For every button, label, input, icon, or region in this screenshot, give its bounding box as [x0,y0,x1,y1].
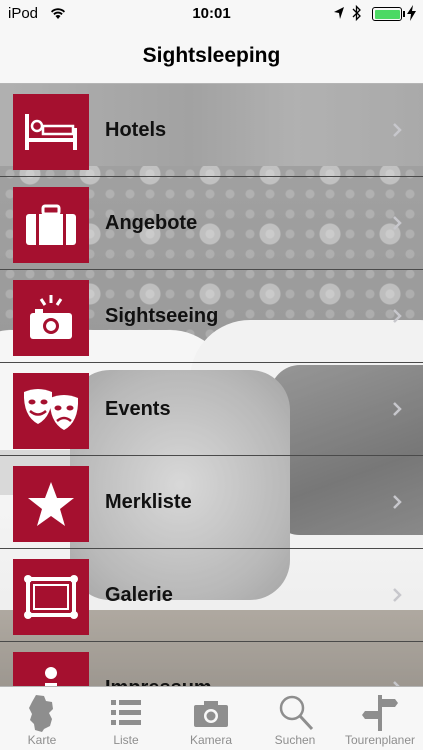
menu-tile [13,466,89,542]
menu-tile [13,94,89,170]
menu-tile [13,373,89,449]
germany-map-icon [29,695,53,732]
menu-item-label: Angebote [105,212,198,234]
menu-item-merkliste[interactable]: Merkliste [0,456,423,549]
tab-suchen[interactable]: Suchen [253,687,337,750]
menu-item-events[interactable]: Events [0,363,423,456]
battery-tip [403,11,405,17]
theater-masks-icon [23,389,79,430]
chevron-right-icon [393,588,402,602]
camera-icon [194,701,228,727]
menu-item-label: Sightseeing [105,305,219,327]
tab-label: Tourenplaner [344,733,416,747]
list-icon [111,700,141,725]
picture-frame-icon [24,575,78,619]
menu-item-label: Hotels [105,119,167,141]
bed-icon [25,114,77,150]
tab-bar: Karte Liste Kamera Suchen Tourenplaner [0,686,423,750]
chevron-right-icon [393,495,402,509]
menu-item-galerie[interactable]: Galerie [0,549,423,642]
main-menu: Hotels Angebote Sightseeing Events Merkl… [0,84,423,686]
menu-tile [13,187,89,263]
menu-tile [13,559,89,635]
tab-label: Kamera [189,733,233,747]
chevron-right-icon [393,123,402,137]
status-bar: iPod 10:01 [0,0,423,28]
menu-item-label: Merkliste [105,491,192,513]
tab-karte[interactable]: Karte [0,687,84,750]
tab-liste[interactable]: Liste [84,687,168,750]
bluetooth-icon [352,4,361,22]
location-arrow-icon [334,7,344,19]
magnifier-icon [279,695,314,731]
tab-tourenplaner[interactable]: Tourenplaner [338,687,422,750]
menu-item-label: Impressum [105,677,212,686]
page-title: Sightsleeping [142,44,281,67]
info-icon [45,667,57,686]
suitcase-icon [26,204,76,245]
battery-icon [372,7,402,21]
menu-tile [13,280,89,356]
tab-label: Karte [27,733,57,747]
tab-label: Liste [113,733,139,747]
chevron-right-icon [393,216,402,230]
menu-item-label: Galerie [105,584,173,606]
star-icon [28,482,74,526]
menu-item-label: Events [105,398,171,420]
menu-item-sightseeing[interactable]: Sightseeing [0,270,423,363]
menu-item-impressum[interactable]: Impressum [0,642,423,686]
chevron-right-icon [393,309,402,323]
tab-label: Suchen [274,733,316,747]
charging-icon [407,5,416,21]
navigation-bar: Sightsleeping [0,28,423,84]
menu-tile [13,652,89,686]
tab-kamera[interactable]: Kamera [169,687,253,750]
chevron-right-icon [393,402,402,416]
menu-item-hotels[interactable]: Hotels [0,84,423,177]
signpost-icon [362,695,398,731]
menu-item-angebote[interactable]: Angebote [0,177,423,270]
camera-flash-icon [30,295,72,339]
